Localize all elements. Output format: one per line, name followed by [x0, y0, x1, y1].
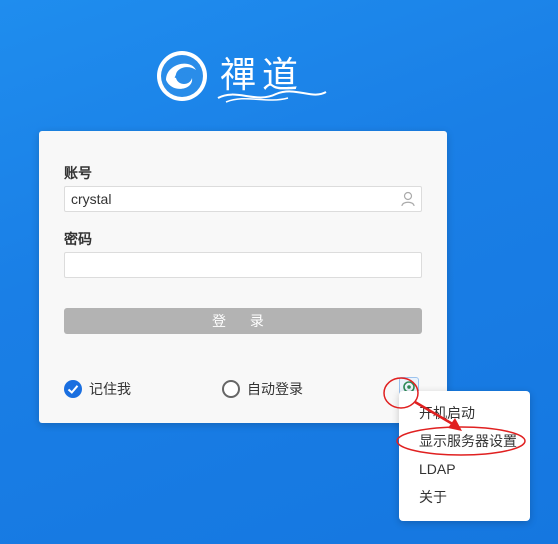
user-icon[interactable]: [399, 190, 417, 208]
remember-me-label: 记住我: [89, 381, 131, 397]
password-label: 密码: [64, 231, 92, 247]
menu-item-about[interactable]: 关于: [399, 483, 530, 511]
login-button[interactable]: 登 录: [64, 308, 422, 334]
password-input[interactable]: [64, 252, 422, 278]
menu-item-server-settings[interactable]: 显示服务器设置: [399, 427, 530, 455]
auto-login-checkbox[interactable]: 自动登录: [222, 379, 303, 399]
remember-me-checkbox[interactable]: 记住我: [64, 379, 131, 399]
zentao-logo-icon: [157, 51, 207, 101]
brand-logo: 禪道: [156, 48, 327, 104]
menu-item-startup[interactable]: 开机启动: [399, 399, 530, 427]
login-card: 账号 crystal 密码 登 录 记住我 自动登录: [39, 131, 447, 423]
unchecked-circle-icon: [222, 380, 240, 398]
wave-decoration-icon: [217, 90, 327, 103]
context-menu: 开机启动 显示服务器设置 LDAP 关于: [399, 391, 530, 521]
checked-circle-icon: [64, 380, 82, 398]
auto-login-label: 自动登录: [247, 381, 303, 397]
menu-item-ldap[interactable]: LDAP: [399, 455, 530, 483]
username-label: 账号: [64, 165, 92, 181]
username-input[interactable]: crystal: [64, 186, 422, 212]
